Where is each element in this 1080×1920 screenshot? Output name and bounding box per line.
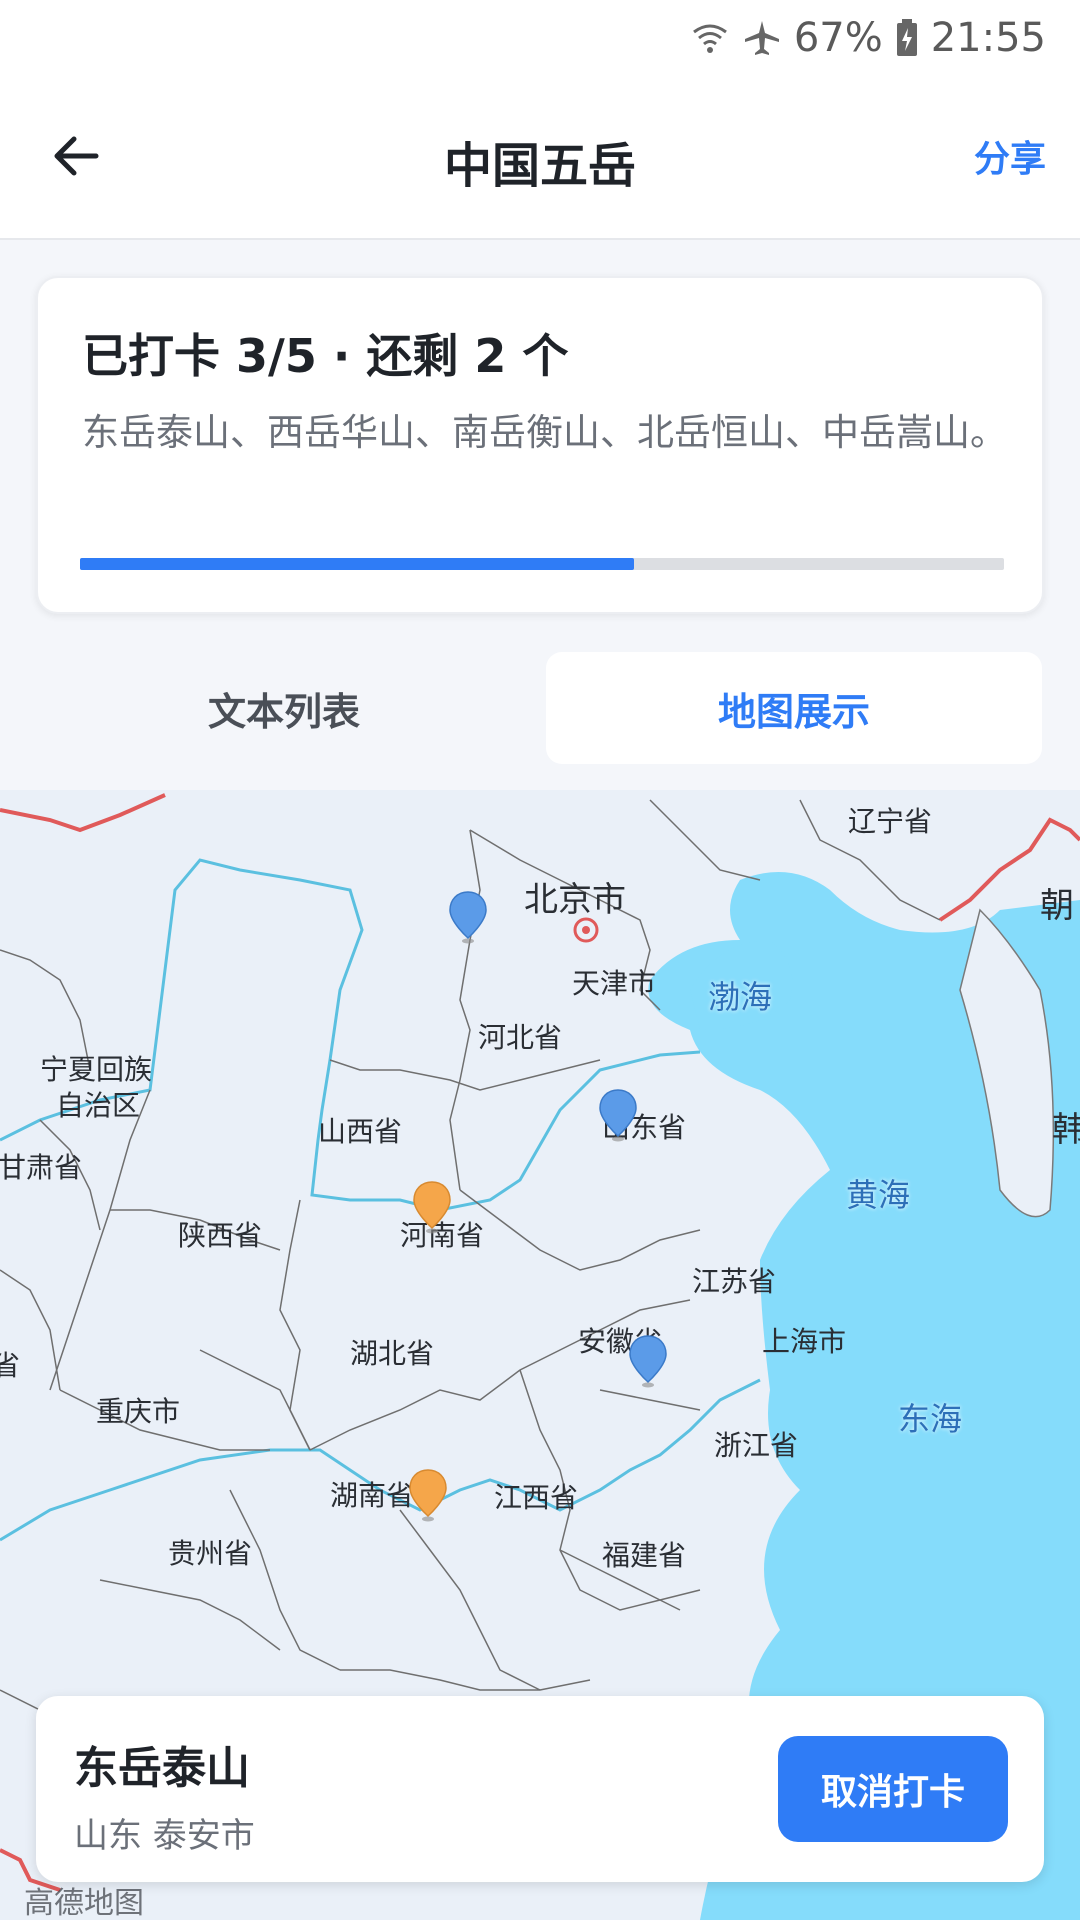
progress-bar-fill xyxy=(80,558,635,570)
map-label-tianjin: 天津市 xyxy=(572,967,657,1000)
pin-huangshan-icon[interactable] xyxy=(628,1334,668,1388)
map-provider-logo: 高德地图 xyxy=(24,1886,144,1920)
map-label-ningxia-1: 宁夏回族 xyxy=(40,1053,153,1086)
map-label-ningxia-2: 自治区 xyxy=(56,1089,141,1122)
map-label-donghai: 东海 xyxy=(898,1400,963,1438)
border-line xyxy=(0,793,166,833)
place-location: 山东 泰安市 xyxy=(74,1816,255,1856)
map-label-gansu: 甘肃省 xyxy=(0,1151,83,1184)
map-label-jiangxi: 江西省 xyxy=(494,1481,579,1514)
cancel-checkin-button[interactable]: 取消打卡 xyxy=(778,1736,1008,1842)
map-label-bohai: 渤海 xyxy=(708,978,773,1016)
map-label-shaanxi: 陕西省 xyxy=(178,1219,263,1252)
progress-description: 东岳泰山、西岳华山、南岳衡山、北岳恒山、中岳嵩山。 xyxy=(82,411,1007,454)
airplane-icon xyxy=(744,21,779,55)
status-bar: 67% 21:55 xyxy=(0,0,1080,76)
pin-songshan-icon[interactable] xyxy=(412,1180,452,1234)
pin-hengshan-south-icon[interactable] xyxy=(408,1468,448,1522)
share-button[interactable]: 分享 xyxy=(974,130,1046,182)
progress-title: 已打卡 3/5 · 还剩 2 个 xyxy=(82,329,569,383)
map-label-jiangsu: 江苏省 xyxy=(692,1265,777,1298)
wifi-icon xyxy=(692,24,727,53)
map-label-shanxi: 山西省 xyxy=(318,1115,403,1148)
battery-charging-icon xyxy=(896,19,917,56)
clock: 21:55 xyxy=(930,15,1046,61)
map-label-liaoning: 辽宁省 xyxy=(848,805,933,838)
selected-place-card: 东岳泰山 山东 泰安市 取消打卡 xyxy=(36,1696,1044,1882)
map-label-han: 韩 xyxy=(1052,1110,1080,1150)
map-label-fujian: 福建省 xyxy=(602,1539,687,1572)
pin-taishan-icon[interactable] xyxy=(598,1088,638,1142)
status-icons: 67% 21:55 xyxy=(690,14,1046,62)
map-label-hunan: 湖南省 xyxy=(330,1479,415,1512)
app-header: 中国五岳 分享 xyxy=(0,76,1080,240)
map-label-chao: 朝 xyxy=(1040,886,1074,926)
map-label-beijing: 北京市 xyxy=(524,880,626,920)
page-title: 中国五岳 xyxy=(443,138,636,194)
progress-card: 已打卡 3/5 · 还剩 2 个 东岳泰山、西岳华山、南岳衡山、北岳恒山、中岳嵩… xyxy=(36,276,1044,614)
map-label-hebei: 河北省 xyxy=(478,1021,563,1054)
map-label-chongqing: 重庆市 xyxy=(96,1395,181,1428)
tab-map-view[interactable]: 地图展示 xyxy=(546,652,1042,764)
tab-text-list[interactable]: 文本列表 xyxy=(36,652,532,764)
battery-percent: 67% xyxy=(793,15,883,61)
pin-hengshan-north-icon[interactable] xyxy=(448,890,488,944)
place-name: 东岳泰山 xyxy=(74,1743,250,1794)
map-label-shanghai: 上海市 xyxy=(762,1325,847,1358)
map-label-hubei: 湖北省 xyxy=(350,1337,435,1370)
map-label-zhejiang: 浙江省 xyxy=(714,1429,799,1462)
progress-bar xyxy=(80,558,1004,570)
map-label-sheng: 省 xyxy=(0,1349,21,1382)
view-tabs: 文本列表 地图展示 xyxy=(36,652,1044,764)
map-label-huanghai: 黄海 xyxy=(846,1176,911,1214)
map-label-guizhou: 贵州省 xyxy=(168,1537,253,1570)
